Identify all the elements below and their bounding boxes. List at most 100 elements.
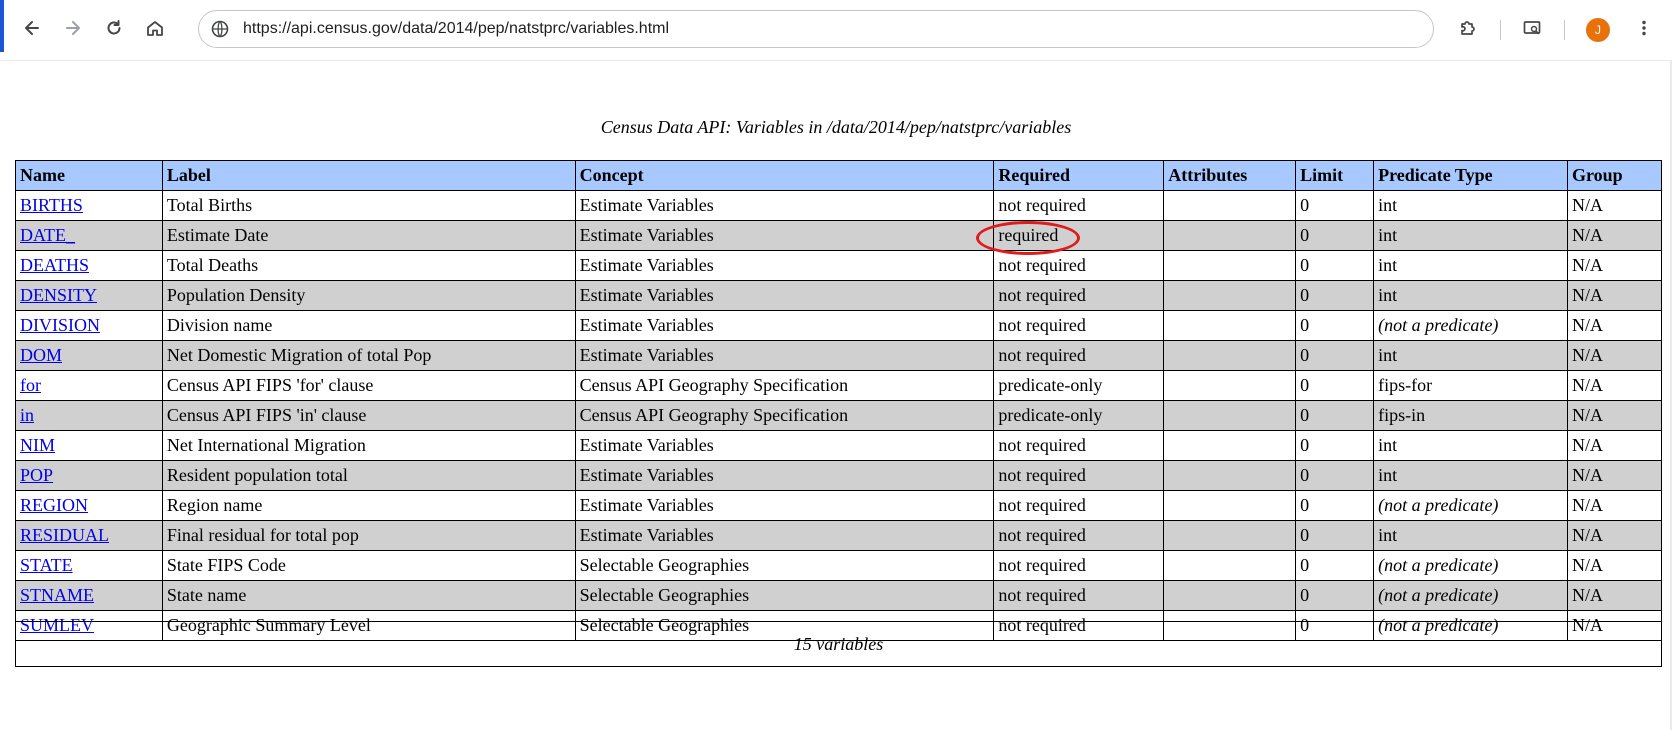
cell-predicate-type-text: (not a predicate) [1378,585,1499,605]
cell-required-text: not required [998,585,1086,605]
screen-search-button[interactable] [1514,12,1550,48]
variable-link[interactable]: in [20,405,34,425]
page-caption: Census Data API: Variables in /data/2014… [600,117,1072,137]
cell-group-text: N/A [1572,315,1603,335]
toolbar-separator [1500,20,1501,40]
cell-limit: 0 [1295,220,1375,251]
cell-attributes [1163,340,1297,371]
variable-link[interactable]: REGION [20,495,88,515]
header-attributes: Attributes [1163,160,1297,191]
window-accent [0,0,4,52]
cell-predicate-type-text: int [1378,195,1398,215]
cell-limit-text: 0 [1300,255,1310,275]
table-row: DATE_ Estimate Date Estimate Variables requ… [15,220,1662,255]
cell-limit-text: 0 [1300,585,1310,605]
table-row: POP Resident population total Estimate Var… [15,460,1662,491]
cell-predicate-type: (not a predicate) [1373,550,1568,581]
cell-attributes [1163,220,1297,251]
variable-link[interactable]: DOM [20,345,62,365]
back-button[interactable] [14,12,50,48]
cell-label-text: Net International Migration [166,435,366,455]
cell-concept: Census API Geography Specification [574,400,995,431]
cell-group-text: N/A [1572,195,1603,215]
site-info-icon[interactable] [211,20,229,38]
variable-link[interactable]: BIRTHS [20,195,83,215]
cell-required-text: predicate-only [998,405,1103,425]
cell-concept-text: Estimate Variables [579,225,714,245]
variable-link[interactable]: DEATHS [20,255,89,275]
cell-predicate-type-text: (not a predicate) [1378,495,1499,515]
cell-limit: 0 [1295,580,1375,611]
cell-name: DOM [15,340,163,371]
cell-predicate-type-text: int [1378,465,1398,485]
cell-predicate-type-text: fips-for [1378,375,1433,395]
cell-limit: 0 [1295,280,1375,311]
cell-predicate-type: int [1373,340,1568,371]
browser-window: https://api.census.gov/data/2014/pep/nat… [0,0,1672,730]
profile-avatar[interactable]: J [1586,18,1610,42]
cell-label-text: Census API FIPS 'in' clause [166,405,367,425]
reload-icon [104,18,124,42]
menu-button[interactable] [1626,12,1662,48]
home-button[interactable] [137,12,173,48]
cell-required: required [976,220,1165,255]
cell-concept: Selectable Geographies [574,550,995,581]
cell-predicate-type-text: int [1378,225,1398,245]
cell-label: State name [161,580,576,611]
cell-name: for [15,370,163,401]
variable-link[interactable]: NIM [20,435,55,455]
cell-limit: 0 [1295,550,1375,581]
address-bar[interactable]: https://api.census.gov/data/2014/pep/nat… [198,10,1434,48]
cell-group-text: N/A [1572,255,1603,275]
cell-attributes [1163,550,1297,581]
cell-name: NIM [15,430,163,461]
cell-limit: 0 [1295,490,1375,521]
cell-predicate-type-text: (not a predicate) [1378,315,1499,335]
cell-required-text: not required [998,435,1086,455]
variable-link[interactable]: DIVISION [20,315,100,335]
cell-limit-text: 0 [1300,195,1310,215]
cell-group: N/A [1567,370,1662,401]
cell-required-text: not required [998,345,1086,365]
table-body: BIRTHS Total Births Estimate Variables not … [15,190,1662,641]
variable-link[interactable]: RESIDUAL [20,525,109,545]
cell-label: Final residual for total pop [161,520,576,551]
cell-predicate-type-text: fips-in [1378,405,1426,425]
cell-limit-text: 0 [1300,285,1310,305]
variable-link[interactable]: for [20,375,41,395]
cell-name: DIVISION [15,310,163,341]
variable-link[interactable]: POP [20,465,53,485]
cell-label: Population Density [161,280,576,311]
cell-concept: Estimate Variables [574,460,995,491]
variables-table: Name Label Concept Required Attributes L… [15,160,1662,641]
variable-link[interactable]: DATE_ [20,225,75,245]
variable-link[interactable]: STNAME [20,585,94,605]
cell-label: Census API FIPS 'in' clause [161,400,576,431]
cell-group: N/A [1567,220,1662,251]
variable-link[interactable]: STATE [20,555,73,575]
cell-predicate-type: int [1373,250,1568,281]
cell-predicate-type: (not a predicate) [1373,310,1568,341]
cell-concept: Census API Geography Specification [574,370,995,401]
required-text: required [998,225,1059,245]
variable-link[interactable]: DENSITY [20,285,97,305]
cell-group-text: N/A [1572,405,1603,425]
cell-concept-text: Census API Geography Specification [579,375,849,395]
cell-limit-text: 0 [1300,495,1310,515]
cell-concept: Estimate Variables [574,490,995,521]
cell-concept-text: Estimate Variables [579,435,714,455]
cell-predicate-type: fips-in [1373,400,1568,431]
cell-limit-text: 0 [1300,405,1310,425]
cell-concept: Estimate Variables [574,340,995,371]
cell-group-text: N/A [1572,225,1603,245]
reload-button[interactable] [96,12,132,48]
table-header-row: Name Label Concept Required Attributes L… [15,160,1662,191]
forward-button[interactable] [55,12,91,48]
cell-required: not required [993,280,1165,311]
cell-label: State FIPS Code [161,550,576,581]
cell-predicate-type-text: (not a predicate) [1378,555,1499,575]
cell-concept-text: Estimate Variables [579,465,714,485]
cell-label-text: Total Deaths [166,255,259,275]
cell-concept-text: Estimate Variables [579,345,714,365]
extensions-button[interactable] [1450,12,1486,48]
